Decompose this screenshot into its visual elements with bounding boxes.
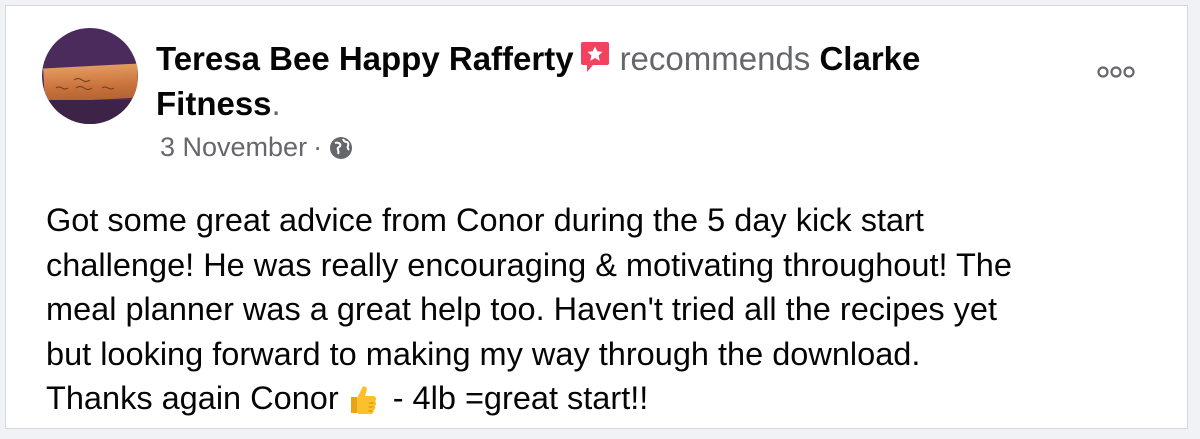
page-name-line2[interactable]: Fitness — [156, 85, 272, 122]
body-line: but looking forward to making my way thr… — [46, 335, 921, 372]
body-line: challenge! He was really encouraging & m… — [46, 246, 1012, 283]
body-last-after: - 4lb =great start!! — [392, 380, 649, 416]
post-date[interactable]: 3 November — [160, 132, 307, 163]
header-period: . — [271, 85, 281, 122]
avatar-bottom — [42, 100, 138, 124]
page-name[interactable]: Clarke — [819, 40, 920, 77]
avatar[interactable] — [42, 28, 138, 124]
globe-icon[interactable] — [328, 135, 354, 161]
post-header: Teresa Bee Happy Rafferty recommends Cla… — [156, 36, 1076, 126]
post-meta: 3 November · — [160, 132, 354, 163]
post-card: Teresa Bee Happy Rafferty recommends Cla… — [5, 5, 1188, 429]
recommends-text: recommends — [619, 40, 811, 77]
body-last-before: Thanks again Conor — [46, 380, 339, 416]
avatar-scribble — [55, 78, 115, 90]
author-name[interactable]: Teresa Bee Happy Rafferty — [156, 40, 574, 77]
body-line: Got some great advice from Conor during … — [46, 202, 924, 238]
body-line-last: Thanks again Conor - 4lb =great start!! — [46, 376, 1166, 421]
body-line: meal planner was a great help too. Haven… — [46, 291, 998, 327]
meta-separator: · — [313, 132, 323, 162]
post-body: Got some great advice from Conor during … — [46, 198, 1166, 421]
thumbs-up-emoji — [345, 382, 379, 416]
recommendation-star-icon — [580, 40, 610, 74]
more-options-icon[interactable] — [1096, 62, 1136, 82]
